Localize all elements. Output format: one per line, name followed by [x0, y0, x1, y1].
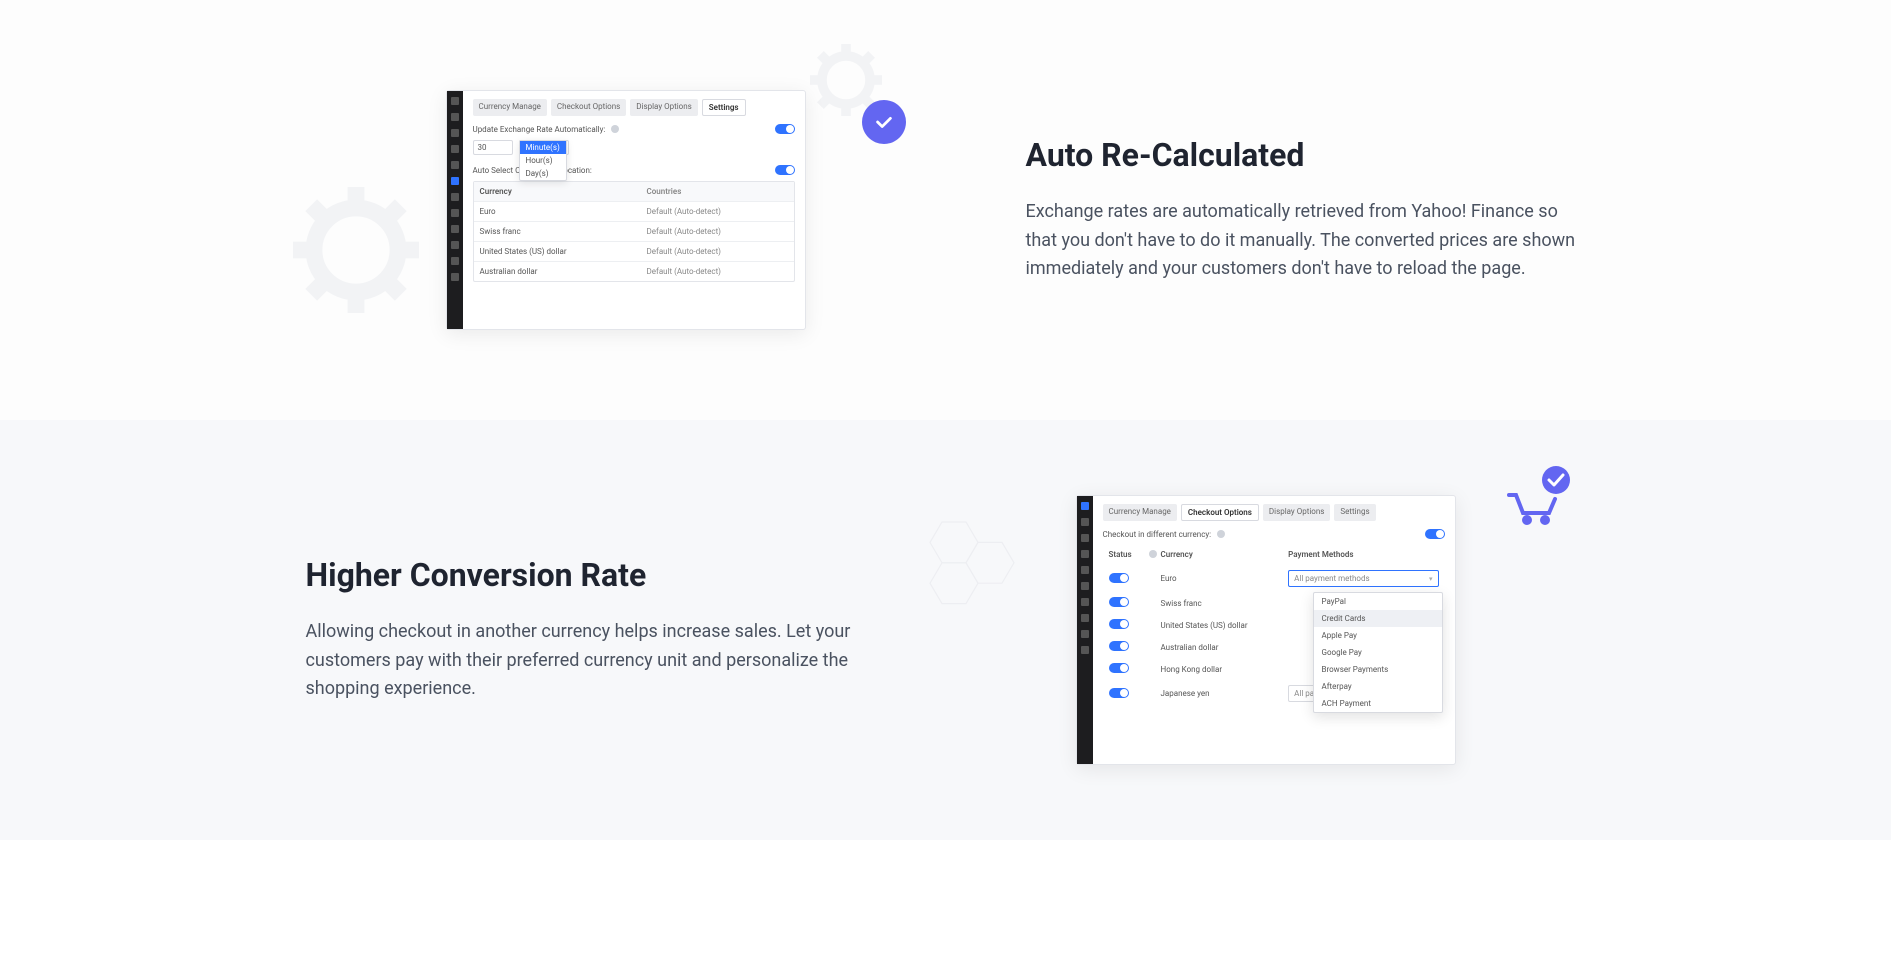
- cell-currency: United States (US) dollar: [474, 242, 641, 261]
- toggle-icon: [1109, 597, 1129, 607]
- mock-tabs: Currency Manage Checkout Options Display…: [473, 99, 795, 116]
- payment-dropdown: PayPal Credit Cards Apple Pay Google Pay…: [1313, 592, 1443, 713]
- feature-section-conversion: Currency Manage Checkout Options Display…: [0, 420, 1891, 840]
- mock-tab: Currency Manage: [473, 99, 547, 116]
- cell-currency: Swiss franc: [1155, 594, 1283, 613]
- feature-heading: Higher Conversion Rate: [306, 556, 866, 594]
- feature-section-auto-recalc: Currency Manage Checkout Options Display…: [0, 0, 1891, 420]
- payment-select: All payment methods▾: [1288, 570, 1438, 587]
- feature-text: Auto Re-Calculated Exchange rates are au…: [1026, 136, 1586, 284]
- mock-tab: Currency Manage: [1103, 504, 1177, 521]
- dropdown-option: Google Pay: [1314, 644, 1442, 661]
- th-status: Status: [1103, 545, 1143, 565]
- dropdown-option: Apple Pay: [1314, 627, 1442, 644]
- cell-currency: Australian dollar: [474, 262, 641, 281]
- unit-dropdown: Minute(s) Hour(s) Day(s): [519, 140, 567, 181]
- toggle-icon: [1109, 688, 1129, 698]
- info-icon: [611, 125, 619, 133]
- toggle-icon: [1109, 619, 1129, 629]
- toggle-icon: [775, 124, 795, 134]
- mock-tab: Display Options: [1263, 504, 1331, 521]
- cell-countries: Default (Auto-detect): [641, 262, 794, 281]
- mock-tab: Display Options: [630, 99, 698, 116]
- mock-table: Currency Countries EuroDefault (Auto-det…: [473, 181, 795, 282]
- dropdown-option: Browser Payments: [1314, 661, 1442, 678]
- gear-icon: [286, 180, 426, 320]
- illustration-conversion: Currency Manage Checkout Options Display…: [946, 480, 1586, 780]
- dropdown-option: Hour(s): [520, 154, 566, 167]
- cell-currency: Swiss franc: [474, 222, 641, 241]
- cell-currency: Hong Kong dollar: [1155, 660, 1283, 679]
- cell-currency: Japanese yen: [1155, 684, 1283, 703]
- info-icon: [1217, 530, 1225, 538]
- feature-body: Exchange rates are automatically retriev…: [1026, 198, 1586, 284]
- toggle-icon: [1425, 529, 1445, 539]
- mock-tab-active: Checkout Options: [1181, 504, 1259, 521]
- th-currency: Currency: [474, 182, 641, 201]
- mock-sidebar: [447, 91, 463, 329]
- honeycomb-icon: [906, 510, 1026, 630]
- cell-countries: Default (Auto-detect): [641, 242, 794, 261]
- cell-currency: Euro: [1155, 569, 1283, 588]
- mock-label: Checkout in different currency:: [1103, 530, 1212, 539]
- dropdown-option: Credit Cards: [1314, 610, 1442, 627]
- illustration-auto-recalc: Currency Manage Checkout Options Display…: [306, 60, 946, 360]
- mock-tabs: Currency Manage Checkout Options Display…: [1103, 504, 1445, 521]
- toggle-icon: [1109, 641, 1129, 651]
- feature-body: Allowing checkout in another currency he…: [306, 618, 866, 704]
- dropdown-option: ACH Payment: [1314, 695, 1442, 712]
- th-payment: Payment Methods: [1282, 545, 1444, 565]
- mock-sidebar: [1077, 496, 1093, 764]
- cell-currency: Euro: [474, 202, 641, 221]
- dropdown-option: PayPal: [1314, 593, 1442, 610]
- dropdown-option: Afterpay: [1314, 678, 1442, 695]
- toggle-icon: [1109, 663, 1129, 673]
- feature-heading: Auto Re-Calculated: [1026, 136, 1586, 174]
- toggle-icon: [1109, 573, 1129, 583]
- mock-tab-active: Settings: [702, 99, 746, 116]
- cell-currency: United States (US) dollar: [1155, 616, 1283, 635]
- th-countries: Countries: [641, 182, 794, 201]
- mock-tab: Settings: [1334, 504, 1375, 521]
- check-badge-icon: [862, 100, 906, 144]
- mock-settings-panel: Currency Manage Checkout Options Display…: [446, 90, 806, 330]
- dropdown-option: Day(s): [520, 167, 566, 180]
- dropdown-option: Minute(s): [520, 141, 566, 154]
- mock-tab: Checkout Options: [551, 99, 626, 116]
- mock-checkout-panel: Currency Manage Checkout Options Display…: [1076, 495, 1456, 765]
- th-currency: Currency: [1155, 545, 1283, 565]
- toggle-icon: [775, 165, 795, 175]
- cart-check-icon: [1501, 465, 1571, 529]
- mock-label: Update Exchange Rate Automatically:: [473, 125, 606, 134]
- cell-currency: Australian dollar: [1155, 638, 1283, 657]
- cell-countries: Default (Auto-detect): [641, 202, 794, 221]
- cell-countries: Default (Auto-detect): [641, 222, 794, 241]
- interval-input: 30: [473, 140, 513, 155]
- feature-text: Higher Conversion Rate Allowing checkout…: [306, 556, 866, 704]
